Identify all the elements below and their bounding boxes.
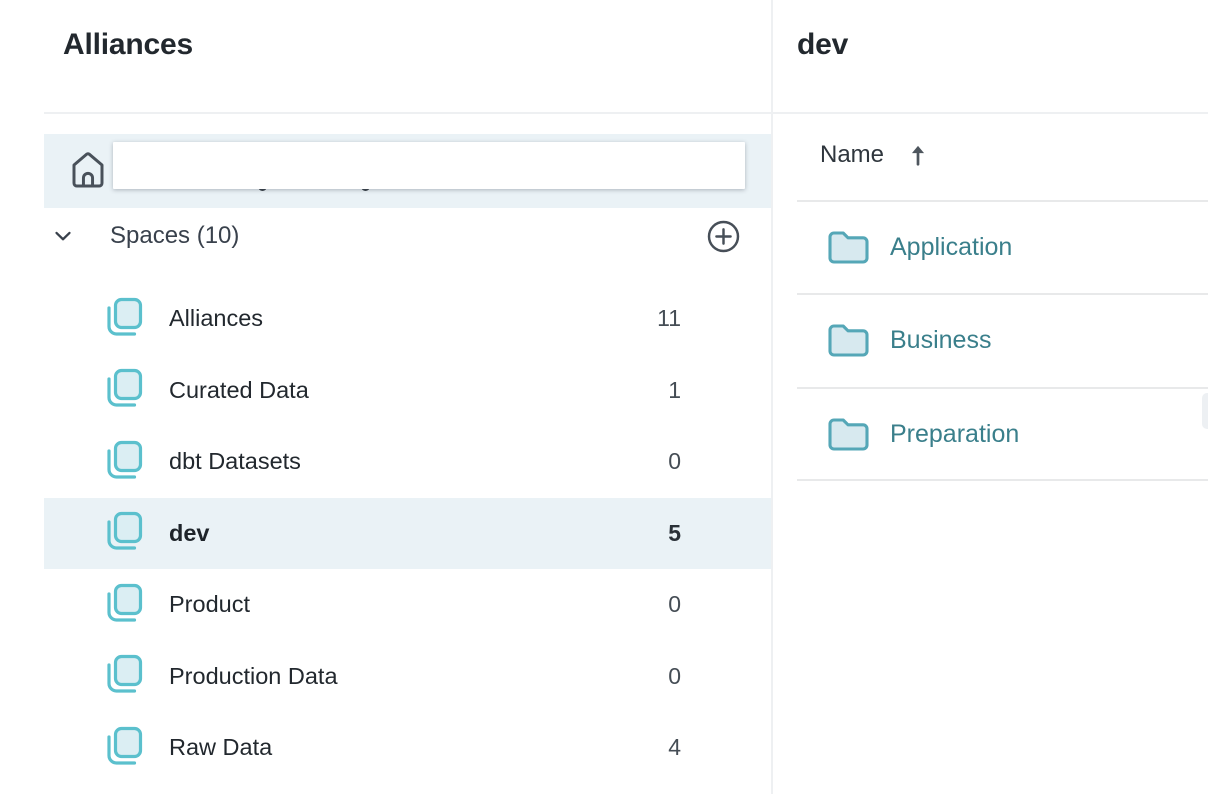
space-row-curated-data[interactable]: Curated Data 1 (44, 355, 771, 427)
page-title: dev (797, 28, 848, 62)
spaces-list: Alliances 11 Curated Data 1 dbt Datasets (44, 283, 771, 784)
folder-row-application[interactable]: Application (797, 201, 1208, 294)
space-count: 1 (668, 377, 681, 404)
space-label: Alliances (169, 305, 263, 332)
folder-link[interactable]: Business (890, 326, 991, 355)
space-icon (102, 582, 143, 628)
scrollbar-thumb-sliver[interactable] (1202, 393, 1208, 429)
space-icon (102, 367, 143, 413)
folder-icon (826, 322, 871, 359)
column-header-name[interactable]: Name (820, 131, 931, 179)
space-row-dbt-datasets[interactable]: dbt Datasets 0 (44, 426, 771, 498)
main-panel: dev Name Application (773, 0, 1208, 794)
space-row-raw-data[interactable]: Raw Data 4 (44, 712, 771, 784)
space-count: 11 (657, 305, 681, 332)
divider (773, 112, 1208, 114)
column-label: Name (820, 141, 884, 169)
redacted-text-overlay (113, 142, 745, 189)
space-count: 0 (668, 663, 681, 690)
space-label: dbt Datasets (169, 448, 301, 475)
space-icon (102, 510, 143, 556)
space-row-dev[interactable]: dev 5 (44, 498, 771, 570)
sidebar: Alliances Spaces (10) (0, 0, 771, 794)
space-count: 0 (668, 591, 681, 618)
space-icon (102, 439, 143, 485)
space-label: Product (169, 591, 250, 618)
space-icon (102, 725, 143, 771)
home-icon (67, 145, 109, 193)
chevron-down-icon[interactable] (50, 223, 76, 249)
folder-link[interactable]: Preparation (890, 420, 1019, 449)
space-label: dev (169, 520, 210, 547)
home-row[interactable] (44, 134, 771, 208)
space-label: Raw Data (169, 734, 272, 761)
space-row-product[interactable]: Product 0 (44, 569, 771, 641)
space-label: Production Data (169, 663, 338, 690)
space-count: 5 (668, 520, 681, 547)
folder-icon (826, 416, 871, 453)
space-row-production-data[interactable]: Production Data 0 (44, 641, 771, 713)
sidebar-title: Alliances (63, 28, 193, 62)
space-icon (102, 653, 143, 699)
folder-link[interactable]: Application (890, 233, 1012, 262)
folder-icon (826, 229, 871, 266)
space-icon (102, 296, 143, 342)
space-count: 0 (668, 448, 681, 475)
space-label: Curated Data (169, 377, 309, 404)
divider (44, 112, 771, 114)
folder-row-preparation[interactable]: Preparation (797, 388, 1208, 481)
space-row-alliances[interactable]: Alliances 11 (44, 283, 771, 355)
folder-row-business[interactable]: Business (797, 294, 1208, 387)
spaces-section-header[interactable]: Spaces (10) (44, 212, 771, 260)
space-count: 4 (668, 734, 681, 761)
add-space-button[interactable] (705, 218, 742, 255)
arrow-up-icon[interactable] (905, 142, 931, 168)
spaces-section-label: Spaces (10) (110, 212, 239, 260)
